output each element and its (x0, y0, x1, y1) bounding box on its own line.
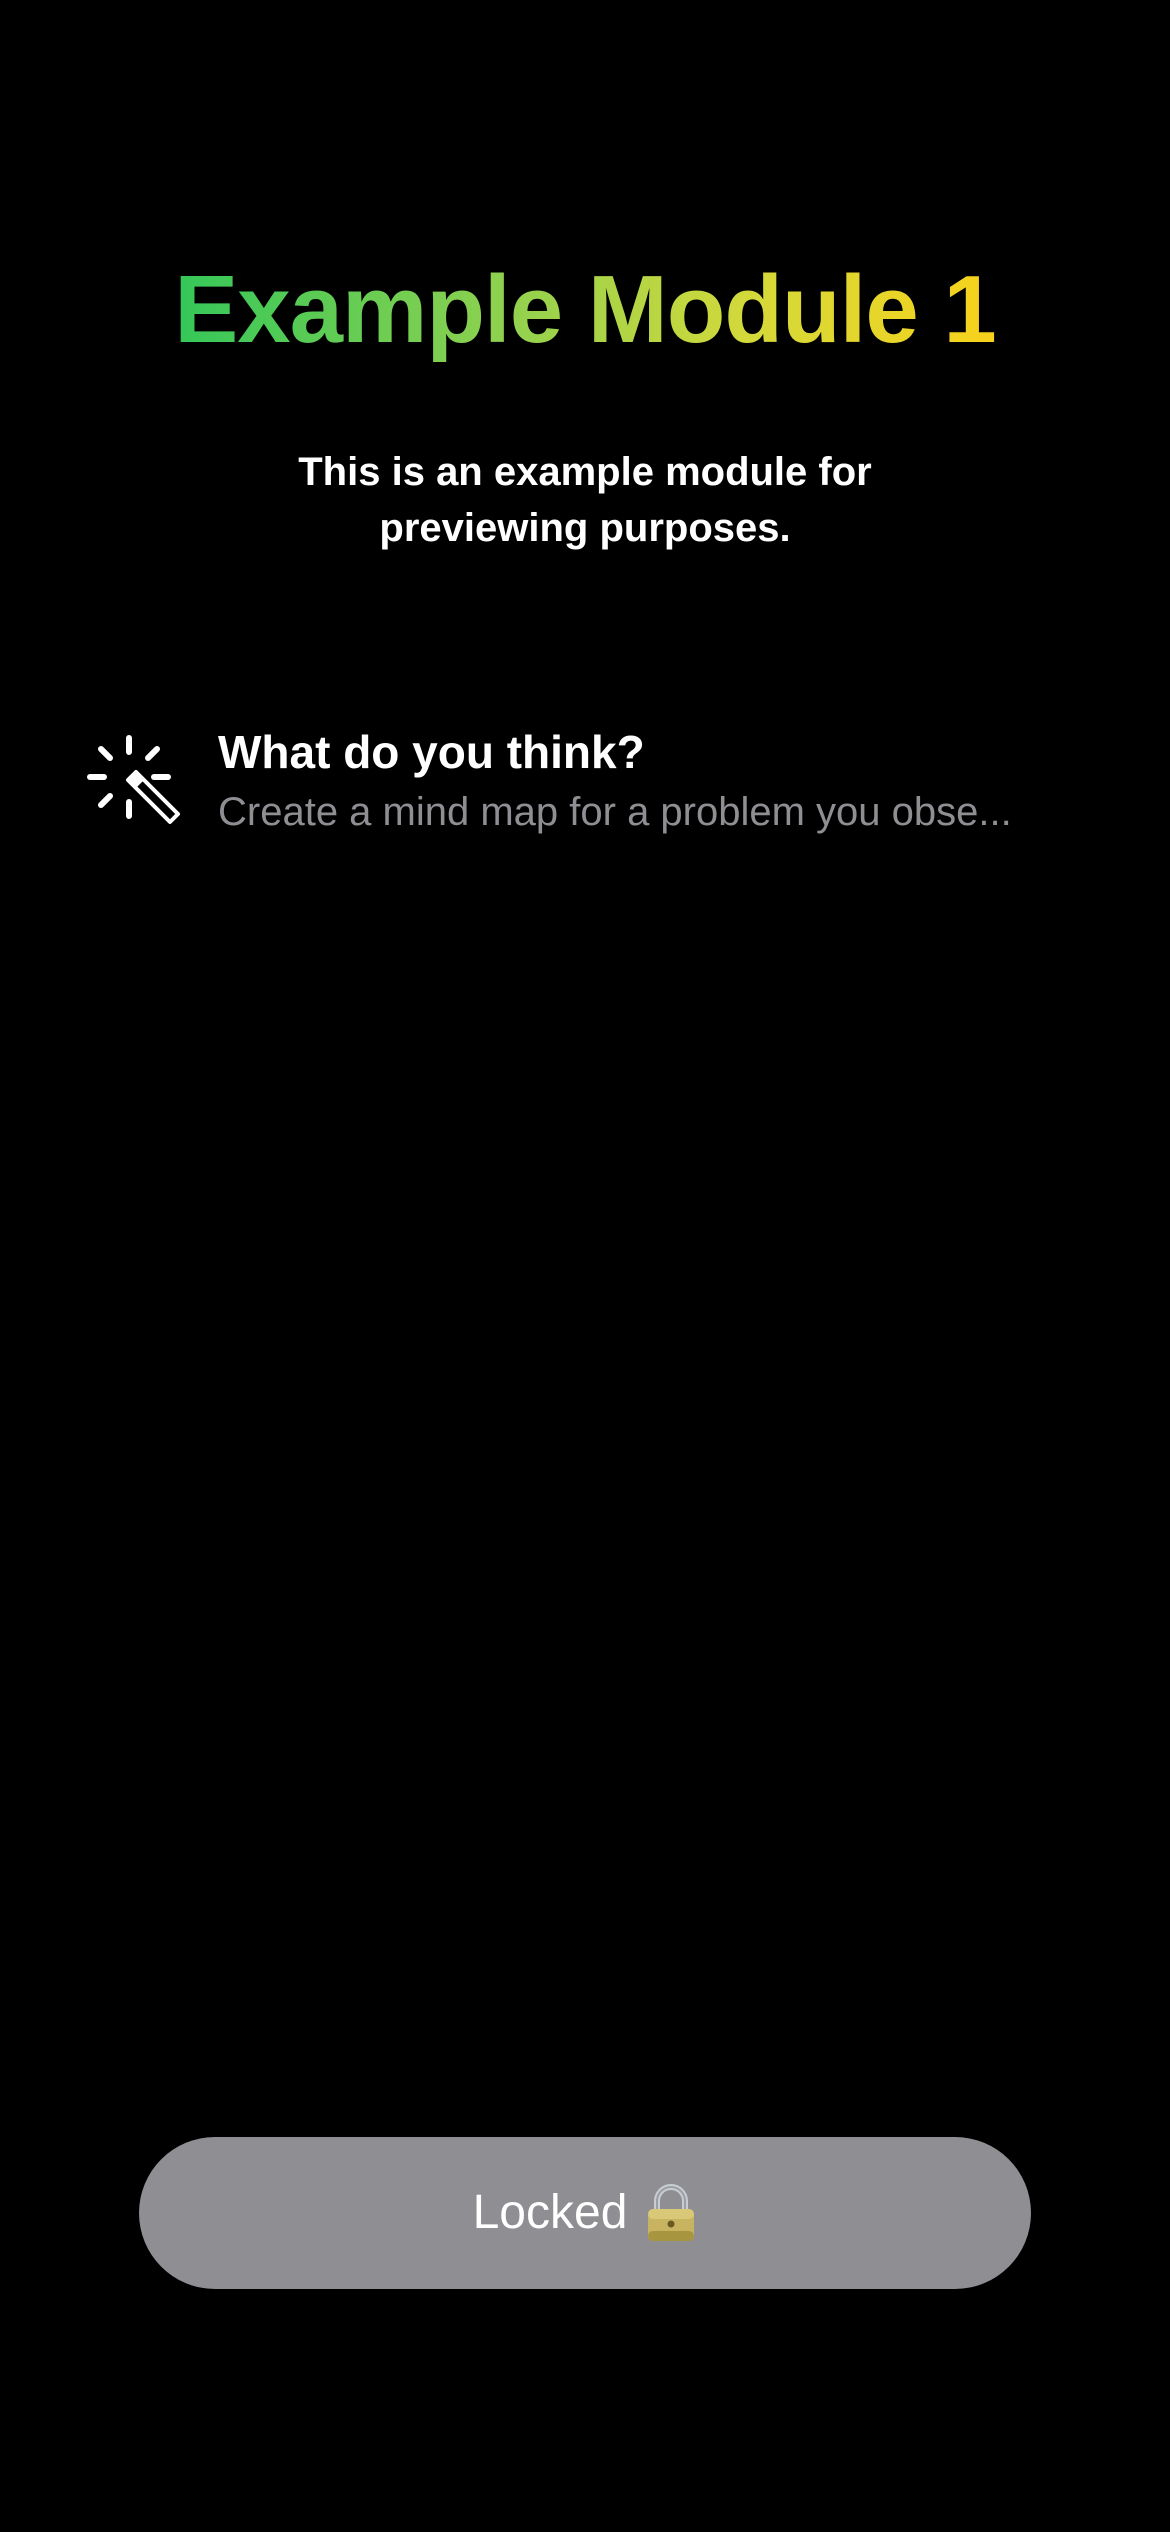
magic-wand-icon (87, 735, 180, 824)
activity-title: What do you think? (218, 726, 645, 778)
activity-description: Create a mind map for a problem you obse… (218, 790, 1012, 834)
module-title-text: Example Module 1 (174, 256, 997, 363)
lock-icon (648, 2184, 695, 2241)
activity-item[interactable]: What do you think? Create a mind map for… (84, 720, 1084, 840)
locked-button-label: Locked (472, 2186, 628, 2239)
module-title: Example Module 1 (0, 255, 1170, 365)
locked-button[interactable]: Locked (139, 2137, 1031, 2289)
module-description: This is an example module for previewing… (298, 450, 872, 550)
